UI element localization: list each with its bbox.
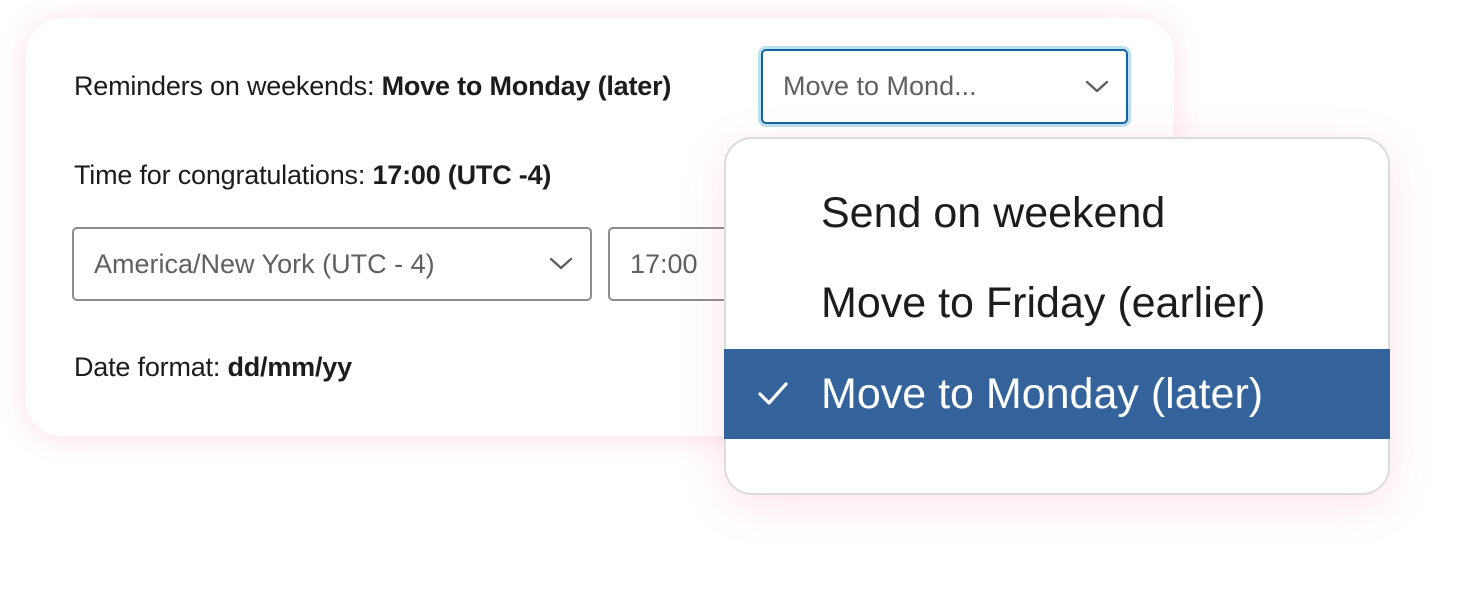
- timezone-select-value: America/New York (UTC - 4): [94, 248, 435, 279]
- option-label: Move to Friday (earlier): [821, 278, 1266, 327]
- weekend-reminders-value: Move to Monday (later): [381, 71, 672, 101]
- check-icon: [724, 381, 821, 407]
- weekend-reminders-label: Reminders on weekends:: [74, 71, 375, 101]
- page: Reminders on weekends: Move to Monday (l…: [0, 0, 1459, 609]
- option-move-to-friday[interactable]: Move to Friday (earlier): [724, 258, 1390, 348]
- option-label: Send on weekend: [821, 188, 1166, 237]
- option-send-on-weekend[interactable]: Send on weekend: [724, 168, 1390, 258]
- weekend-reminders-select-value: Move to Mond...: [783, 71, 977, 101]
- weekend-reminders-dropdown-menu: Send on weekend Move to Friday (earlier)…: [724, 137, 1390, 495]
- chevron-down-icon: [1068, 80, 1126, 94]
- option-move-to-monday[interactable]: Move to Monday (later): [724, 349, 1390, 439]
- congratulations-time-row: Time for congratulations: 17:00 (UTC -4): [74, 160, 551, 191]
- option-label: Move to Monday (later): [821, 369, 1264, 418]
- congratulations-time-value: 17:00 (UTC -4): [372, 160, 552, 190]
- weekend-reminders-select[interactable]: Move to Mond...: [761, 49, 1128, 124]
- congratulations-time-label: Time for congratulations:: [74, 160, 366, 190]
- timezone-select[interactable]: America/New York (UTC - 4): [72, 227, 592, 301]
- chevron-down-icon: [532, 257, 590, 271]
- date-format-value: dd/mm/yy: [227, 352, 352, 382]
- date-format-row: Date format: dd/mm/yy: [74, 352, 352, 383]
- date-format-label: Date format:: [74, 352, 221, 382]
- weekend-reminders-row: Reminders on weekends: Move to Monday (l…: [74, 71, 671, 102]
